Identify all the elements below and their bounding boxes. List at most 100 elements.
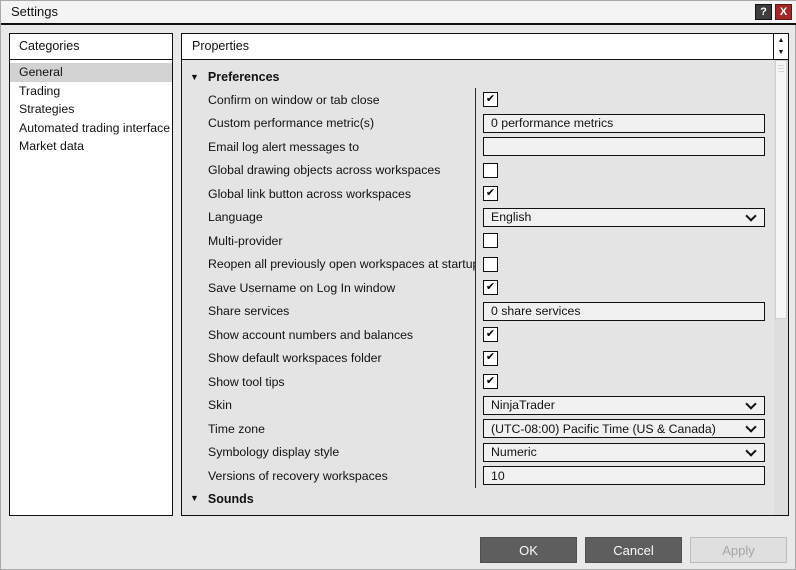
text-field-custom-performance-metric-s[interactable]: 0 performance metrics: [483, 113, 765, 133]
property-row: Custom performance metric(s) 0 performanc…: [182, 111, 774, 136]
arrow-down-icon: ▼: [777, 49, 785, 57]
category-item-strategies[interactable]: Strategies: [10, 100, 172, 119]
property-value: ✔: [476, 323, 774, 347]
checkbox-confirm-on-window-or-tab-close[interactable]: ✔: [483, 92, 498, 108]
property-value: NinjaTrader: [476, 394, 774, 418]
property-label: Language: [182, 205, 476, 229]
category-item-automated-trading-interface[interactable]: Automated trading interface: [10, 119, 172, 138]
checkbox-global-drawing-objects-across-workspaces[interactable]: [483, 162, 498, 178]
question-mark-icon: ?: [760, 6, 767, 18]
property-value: ✔: [476, 182, 774, 206]
vertical-scrollbar[interactable]: [774, 60, 788, 515]
checkmark-icon: ✔: [485, 327, 496, 340]
property-value: English: [476, 206, 774, 230]
selected-value: Numeric: [491, 445, 537, 460]
checkbox-save-username-on-log-in-window[interactable]: ✔: [483, 280, 498, 296]
property-row: Global link button across workspaces ✔: [182, 182, 774, 206]
scrollbar-grip-icon: [778, 65, 784, 73]
chevron-down-icon: [745, 398, 757, 410]
checkbox-reopen-all-previously-open-workspaces-at-startup[interactable]: [483, 256, 498, 272]
select-time-zone[interactable]: (UTC-08:00) Pacific Time (US & Canada): [483, 419, 765, 439]
select-symbology-display-style[interactable]: Numeric: [483, 442, 765, 462]
property-label: Multi-provider: [182, 229, 476, 253]
checkmark-icon: ✔: [485, 186, 496, 199]
properties-header: Properties ▲ ▼: [182, 34, 788, 60]
section-header-preferences[interactable]: ▼ Preferences: [182, 66, 774, 88]
help-button[interactable]: ?: [755, 4, 772, 20]
property-label: Show default workspaces folder: [182, 346, 476, 370]
checkbox-show-tool-tips[interactable]: ✔: [483, 374, 498, 390]
property-value: [476, 253, 774, 277]
select-language[interactable]: English: [483, 207, 765, 227]
property-value: ✔: [476, 347, 774, 371]
property-value: ✔: [476, 276, 774, 300]
checkmark-icon: ✔: [485, 374, 496, 387]
property-label: Reopen all previously open workspaces at…: [182, 252, 476, 276]
close-button[interactable]: X: [775, 4, 792, 20]
text-field-versions-of-recovery-workspaces[interactable]: 10: [483, 466, 765, 486]
property-value: ✔: [476, 88, 774, 112]
categories-list: General Trading Strategies Automated tradin…: [10, 60, 172, 156]
ok-button[interactable]: OK: [480, 537, 577, 563]
property-value: 10: [476, 464, 774, 488]
close-icon: X: [779, 6, 788, 18]
scroll-up-button[interactable]: ▲: [774, 34, 788, 47]
property-label: Share services: [182, 299, 476, 323]
window-title: Settings: [11, 4, 58, 19]
category-item-trading[interactable]: Trading: [10, 82, 172, 101]
property-value: [476, 229, 774, 253]
apply-button[interactable]: Apply: [690, 537, 787, 563]
property-label: Symbology display style: [182, 440, 476, 464]
property-value: (UTC-08:00) Pacific Time (US & Canada): [476, 417, 774, 441]
property-value: 0 performance metrics: [476, 112, 774, 136]
title-bar: Settings ? X: [1, 1, 796, 25]
property-value: ✔: [476, 370, 774, 394]
properties-header-label: Properties: [192, 39, 249, 53]
properties-body: ▼ Preferences Confirm on window or tab clo…: [182, 60, 774, 515]
property-label: Save Username on Log In window: [182, 276, 476, 300]
text-field-email-log-alert-messages-to[interactable]: [483, 137, 765, 157]
section-title: Preferences: [207, 70, 280, 84]
property-label: Skin: [182, 393, 476, 417]
property-row: Show tool tips ✔: [182, 370, 774, 394]
property-label: Global link button across workspaces: [182, 182, 476, 206]
chevron-down-icon: [745, 421, 757, 433]
select-skin[interactable]: NinjaTrader: [483, 395, 765, 415]
text-field-share-services[interactable]: 0 share services: [483, 301, 765, 321]
property-value: [476, 159, 774, 183]
category-item-market-data[interactable]: Market data: [10, 137, 172, 156]
selected-value: (UTC-08:00) Pacific Time (US & Canada): [491, 421, 716, 436]
scrollbar-thumb[interactable]: [775, 60, 787, 319]
chevron-down-icon: [745, 210, 757, 222]
checkbox-multi-provider[interactable]: [483, 233, 498, 249]
property-row: Show default workspaces folder ✔: [182, 346, 774, 371]
categories-header: Categories: [10, 34, 172, 60]
settings-window: Settings ? X Categories General Trading St…: [0, 0, 796, 570]
cancel-button[interactable]: Cancel: [585, 537, 682, 563]
collapse-triangle-icon: ▼: [190, 71, 199, 82]
property-row: Global drawing objects across workspaces: [182, 158, 774, 183]
property-row: Multi-provider: [182, 229, 774, 253]
property-row: Skin NinjaTrader: [182, 393, 774, 418]
property-row: Show account numbers and balances ✔: [182, 323, 774, 347]
category-item-general[interactable]: General: [10, 63, 172, 82]
property-row: Save Username on Log In window ✔: [182, 276, 774, 300]
checkbox-show-account-numbers-and-balances[interactable]: ✔: [483, 327, 498, 343]
property-row: Share services 0 share services: [182, 299, 774, 324]
property-row: Language English: [182, 205, 774, 230]
scroll-down-button[interactable]: ▼: [774, 47, 788, 60]
section-header-sounds[interactable]: ▼ Sounds: [182, 488, 774, 510]
property-row: Versions of recovery workspaces 10: [182, 464, 774, 488]
property-row: Email log alert messages to: [182, 135, 774, 159]
checkmark-icon: ✔: [485, 280, 496, 293]
checkmark-icon: ✔: [485, 92, 496, 105]
chevron-down-icon: [745, 445, 757, 457]
property-label: Show account numbers and balances: [182, 323, 476, 347]
property-value: 0 share services: [476, 300, 774, 324]
checkbox-global-link-button-across-workspaces[interactable]: ✔: [483, 186, 498, 202]
selected-value: NinjaTrader: [491, 398, 555, 413]
property-label: Email log alert messages to: [182, 135, 476, 159]
checkbox-show-default-workspaces-folder[interactable]: ✔: [483, 350, 498, 366]
property-value: Numeric: [476, 441, 774, 465]
property-label: Versions of recovery workspaces: [182, 464, 476, 488]
